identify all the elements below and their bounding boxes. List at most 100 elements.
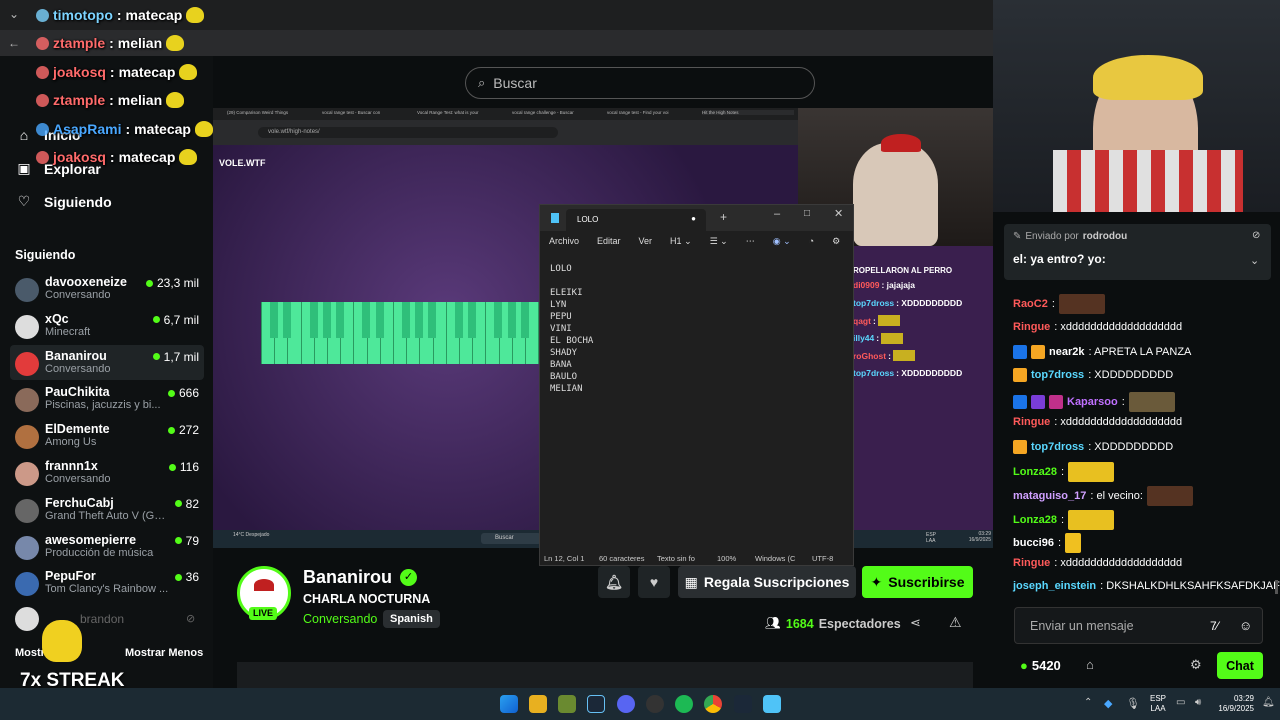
more-icon[interactable]: ⋯ bbox=[746, 236, 755, 247]
tray-app-icon[interactable]: ◆ bbox=[1104, 697, 1112, 710]
chat-username[interactable]: bucci96 bbox=[1013, 537, 1054, 549]
tab-list-chevron-icon[interactable]: ⌄ bbox=[5, 5, 23, 23]
menu-editar[interactable]: Editar bbox=[597, 236, 621, 246]
sidebar-channel-frannn1x[interactable]: frannn1x Conversando 116 bbox=[10, 455, 204, 490]
close-icon[interactable]: ✕ bbox=[834, 207, 843, 220]
hide-pin-icon[interactable]: ⊘ bbox=[1252, 230, 1260, 241]
volume-icon[interactable]: 🔊︎ bbox=[1195, 697, 1201, 708]
spotify-icon[interactable] bbox=[675, 695, 693, 713]
language-indicator[interactable]: ESP LAA bbox=[1150, 694, 1166, 714]
user-badge-icon bbox=[1013, 395, 1027, 409]
emoji-icon[interactable]: ☺ bbox=[1239, 618, 1252, 633]
sidebar-channel-awesomepierre[interactable]: awesomepierre Producción de música 79 bbox=[10, 529, 204, 564]
back-arrow-icon[interactable]: ← bbox=[5, 34, 23, 52]
steam-icon[interactable] bbox=[734, 695, 752, 713]
user-badge-icon bbox=[1013, 368, 1027, 382]
send-chat-button[interactable]: Chat bbox=[1217, 652, 1263, 679]
shop-icon[interactable]: ⌂ bbox=[1086, 657, 1094, 672]
nav-siguiendo[interactable]: ♡ Siguiendo bbox=[16, 193, 112, 210]
sidebar-channel-bananirou[interactable]: Bananirou Conversando 1,7 mil bbox=[10, 344, 204, 380]
piano-black-key bbox=[375, 302, 384, 338]
notepad-menubar: Archivo Editar Ver H1 ⌄ ☰ ⌄ ⋯ ◉ ⌄ ◔ ⚙ bbox=[540, 231, 853, 251]
sidebar-channel-davooxeneize[interactable]: davooxeneize Conversando 23,3 mil bbox=[10, 271, 204, 306]
discord-icon[interactable] bbox=[617, 695, 635, 713]
taskbar-clock[interactable]: 03:29 16/9/2025 bbox=[1210, 694, 1254, 714]
live-dot-icon bbox=[152, 316, 160, 324]
notepad-icon[interactable] bbox=[763, 695, 781, 713]
channel-points[interactable]: ● 5420 bbox=[1020, 658, 1061, 673]
list-format-icon[interactable]: ☰ ⌄ bbox=[710, 236, 728, 247]
maximize-icon[interactable]: □ bbox=[804, 208, 810, 219]
app-icon[interactable] bbox=[558, 695, 576, 713]
emote-icon bbox=[1146, 486, 1193, 506]
chat-message: joseph_einstein : DKSHALKDHLKSAHFKSAFDKJA… bbox=[1013, 580, 1280, 592]
points-icon: ● bbox=[1020, 658, 1028, 673]
notepad-titlebar: LOLO ● + – □ ✕ bbox=[540, 205, 853, 231]
avatar bbox=[15, 572, 39, 597]
chevron-up-icon[interactable]: ⌃ bbox=[1084, 697, 1092, 708]
share-icon[interactable]: ⋖ bbox=[910, 615, 921, 631]
chat-username[interactable]: near2k bbox=[1049, 346, 1084, 358]
chat-username[interactable]: Lonza28 bbox=[1013, 514, 1057, 526]
7tv-emote-icon[interactable]: 7⁄ bbox=[1210, 619, 1219, 633]
obs-icon[interactable] bbox=[646, 695, 664, 713]
chat-username[interactable]: Kaparsoo bbox=[1067, 396, 1118, 408]
menu-archivo[interactable]: Archivo bbox=[549, 236, 579, 246]
steam-icon[interactable] bbox=[587, 695, 605, 713]
stream-category[interactable]: Conversando bbox=[303, 612, 377, 626]
user-badge-icon bbox=[36, 122, 49, 136]
settings-gear-icon[interactable]: ⚙ bbox=[1190, 657, 1202, 673]
overlay-chat-line: ztample: melian bbox=[36, 35, 185, 51]
gift-subs-button[interactable]: ▦ Regala Suscripciones bbox=[678, 566, 856, 598]
piano-black-key bbox=[468, 302, 476, 338]
network-icon[interactable]: ▭ bbox=[1176, 697, 1185, 708]
settings-gear-icon[interactable]: ⚙ bbox=[832, 236, 840, 247]
minimize-icon[interactable]: – bbox=[774, 208, 780, 220]
chat-text: : DKSHALKDHLKSAHFKSAFDKJAF bbox=[1100, 580, 1280, 592]
notepad-text-area[interactable]: LOLO ELEIKI LYN PEPU VINI EL BOCHA SHADY… bbox=[550, 263, 593, 395]
account-icon[interactable]: ◔ bbox=[809, 236, 814, 246]
chat-scrollbar[interactable] bbox=[1275, 580, 1278, 594]
chat-username[interactable]: Ringue bbox=[1013, 557, 1050, 569]
chat-username[interactable]: Ringue bbox=[1013, 416, 1050, 428]
sidebar-channel-ferchucabj[interactable]: FerchuCabj Grand Theft Auto V (GTA) 82 bbox=[10, 492, 204, 527]
chat-username[interactable]: joseph_einstein bbox=[1013, 580, 1096, 592]
sidebar-channel-eldemente[interactable]: ElDemente Among Us 272 bbox=[10, 418, 204, 453]
chat-username[interactable]: RaoC2 bbox=[1013, 298, 1048, 310]
notifications-icon[interactable]: 🔔︎ bbox=[1262, 697, 1275, 708]
language-tag[interactable]: Spanish bbox=[383, 610, 440, 628]
user-badge-icon bbox=[36, 36, 49, 50]
pepe-emote-icon bbox=[42, 620, 82, 662]
chat-input[interactable]: Enviar un mensaje 7⁄ ☺ bbox=[1014, 607, 1263, 644]
file-explorer-icon[interactable] bbox=[529, 695, 547, 713]
viewer-count: 82 bbox=[174, 497, 199, 511]
search-input[interactable]: ⌕ Buscar bbox=[465, 67, 815, 99]
notepad-tab[interactable]: LOLO ● bbox=[566, 209, 706, 231]
chevron-down-icon[interactable]: ⌄ bbox=[1250, 254, 1259, 267]
offline-channel-name[interactable]: brandon bbox=[80, 612, 124, 626]
streamer-name[interactable]: Bananirou ✓ bbox=[303, 567, 418, 588]
copilot-icon[interactable]: ◉ ⌄ bbox=[773, 236, 791, 247]
heading-dropdown[interactable]: H1 ⌄ bbox=[670, 236, 692, 247]
notification-bell-button[interactable]: 🔔︎ bbox=[598, 566, 630, 598]
show-less-button[interactable]: Mostrar Menos bbox=[125, 647, 203, 659]
chat-username[interactable]: mataguiso_17 bbox=[1013, 490, 1086, 502]
menu-ver[interactable]: Ver bbox=[639, 236, 653, 246]
chat-username[interactable]: Ringue bbox=[1013, 321, 1050, 333]
chat-message: mataguiso_17: el vecino: bbox=[1013, 486, 1193, 506]
chat-username[interactable]: top7dross bbox=[1031, 441, 1084, 453]
sidebar-channel-pauchikita[interactable]: PauChikita Piscinas, jacuzzis y bi... 666 bbox=[10, 381, 204, 416]
chrome-icon[interactable] bbox=[704, 695, 722, 713]
chat-username[interactable]: top7dross bbox=[1031, 369, 1084, 381]
pinned-message[interactable]: ✎ Enviado por rodrodou ⊘ el: ya entro? yo:… bbox=[1004, 224, 1271, 280]
new-tab-icon[interactable]: + bbox=[720, 210, 727, 224]
follow-button[interactable]: ♥ bbox=[638, 566, 670, 598]
notepad-window[interactable]: LOLO ● + – □ ✕ Archivo Editar Ver H1 ⌄ ☰ … bbox=[539, 204, 854, 566]
chat-username[interactable]: Lonza28 bbox=[1013, 466, 1057, 478]
sidebar-channel-xqc[interactable]: xQc Minecraft 6,7 mil bbox=[10, 308, 204, 343]
windows-start-icon[interactable] bbox=[500, 695, 518, 713]
subscribe-button[interactable]: ✦ Suscribirse bbox=[862, 566, 973, 598]
microphone-icon[interactable]: 🎙︎ bbox=[1126, 697, 1140, 710]
sidebar-channel-pepufor[interactable]: PepuFor Tom Clancy's Rainbow ... 36 bbox=[10, 565, 204, 600]
report-warning-icon[interactable]: ⚠ bbox=[949, 614, 962, 631]
